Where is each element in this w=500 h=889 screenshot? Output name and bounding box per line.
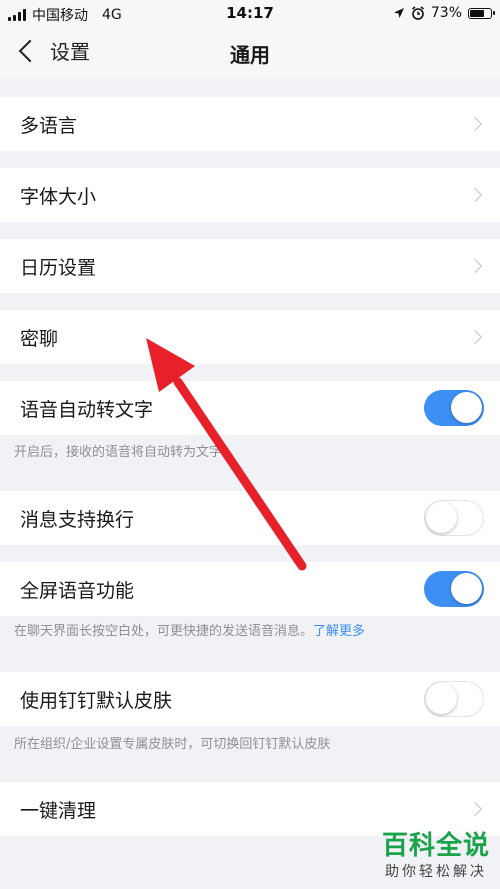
annotation-arrow [146,338,307,571]
annotation-arrow-head [146,338,195,392]
annotation-arrow-shaft [173,377,307,571]
watermark-brand: 百科全说 [381,831,490,861]
watermark: 百科全说 助你轻松解决 [382,831,490,881]
watermark-tagline: 助你轻松解决 [384,864,487,880]
